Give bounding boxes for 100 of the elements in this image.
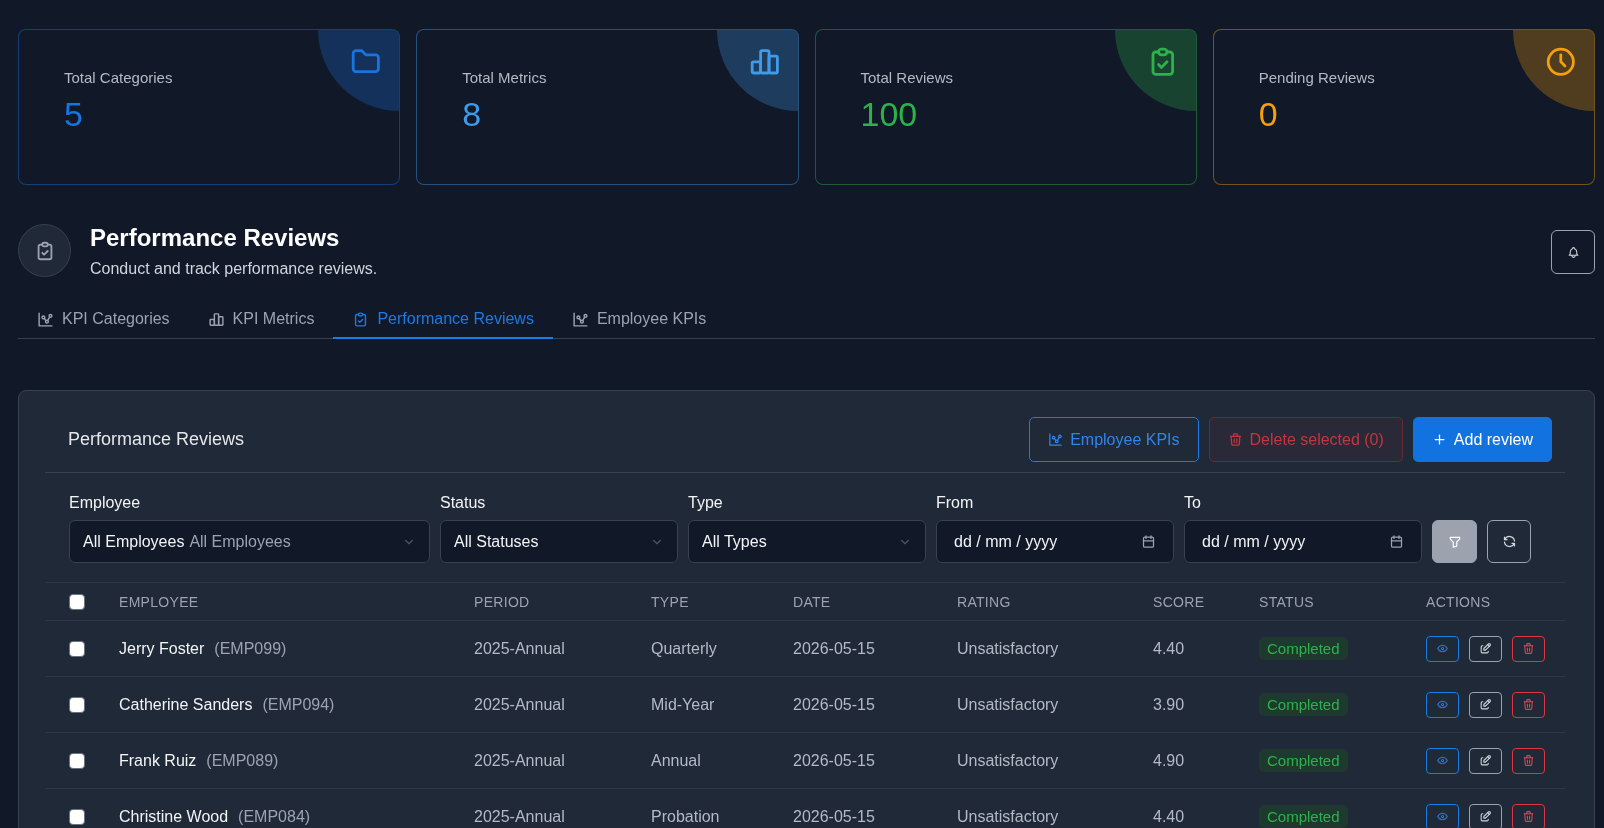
table-cell: Annual: [651, 751, 701, 770]
stat-label: Total Categories: [64, 68, 173, 88]
edit-button[interactable]: [1469, 747, 1502, 774]
view-button[interactable]: [1426, 635, 1459, 662]
add-button[interactable]: Add review: [1412, 417, 1552, 462]
trash-icon: [1227, 432, 1243, 447]
trash-icon: [1522, 810, 1535, 823]
status-badge: Completed: [1259, 749, 1348, 772]
table-cell: 4.90: [1153, 751, 1185, 770]
checkbox[interactable]: [69, 640, 85, 657]
calendar-icon: [1141, 534, 1156, 549]
column-header: ACTIONS: [1426, 593, 1491, 610]
tab[interactable]: Employee KPIs: [552, 299, 726, 339]
delete-row-button[interactable]: [1512, 803, 1545, 828]
filter-label: From: [936, 493, 974, 513]
view-button[interactable]: [1426, 803, 1459, 828]
table-cell: Quarterly: [651, 639, 717, 658]
employee-name: Frank Ruiz: [119, 751, 197, 770]
eye-icon: [1436, 810, 1449, 823]
table-cell: Probation: [651, 807, 720, 826]
line-chart-icon: [571, 310, 589, 328]
edit-button[interactable]: [1469, 635, 1502, 662]
trash-icon: [1522, 642, 1535, 655]
table-cell: 2025-Annual: [474, 807, 565, 826]
checkbox[interactable]: [69, 808, 85, 825]
tab[interactable]: Performance Reviews: [333, 299, 553, 339]
refresh-icon: [1501, 534, 1517, 549]
filter-label: To: [1184, 493, 1201, 513]
edit-icon: [1479, 698, 1492, 711]
select-field[interactable]: All Employees All Employees: [69, 520, 430, 563]
search-input[interactable]: All Employees: [189, 532, 302, 551]
checkbox[interactable]: [69, 696, 85, 713]
checkbox[interactable]: [69, 752, 85, 769]
employee-id: (EMP084): [238, 807, 311, 826]
eye-icon: [1436, 754, 1449, 767]
plus-icon: [1431, 432, 1447, 447]
table-cell: Unsatisfactory: [957, 695, 1059, 714]
view-button[interactable]: [1426, 691, 1459, 718]
page-subtitle: Conduct and track performance reviews.: [90, 259, 378, 279]
stat-label: Total Metrics: [462, 68, 547, 88]
table-cell: 2026-05-15: [793, 695, 875, 714]
table-cell: Unsatisfactory: [957, 807, 1059, 826]
funnel-icon: [1447, 534, 1462, 549]
table-cell: 4.40: [1153, 639, 1185, 658]
tab[interactable]: KPI Metrics: [188, 299, 334, 339]
filter-label: Type: [688, 493, 723, 513]
select-field[interactable]: All Statuses: [440, 520, 678, 563]
table-cell: 2026-05-15: [793, 639, 875, 658]
eye-icon: [1436, 698, 1449, 711]
table-cell: Unsatisfactory: [957, 751, 1059, 770]
refresh-button[interactable]: [1487, 520, 1531, 563]
edit-button[interactable]: [1469, 691, 1502, 718]
employee-id: (EMP089): [206, 751, 279, 770]
stat-value: 5: [64, 94, 83, 134]
column-header: SCORE: [1153, 593, 1205, 610]
kpi-button[interactable]: Employee KPIs: [1029, 417, 1199, 462]
column-header: STATUS: [1259, 593, 1314, 610]
view-button[interactable]: [1426, 747, 1459, 774]
status-badge: Completed: [1259, 637, 1348, 660]
delete-row-button[interactable]: [1512, 635, 1545, 662]
stat-value: 100: [860, 94, 918, 134]
tab[interactable]: KPI Categories: [18, 299, 189, 339]
edit-icon: [1479, 642, 1492, 655]
employee-name: Christine Wood: [119, 807, 229, 826]
filter-label: Status: [440, 493, 486, 513]
table-cell: 2025-Annual: [474, 639, 565, 658]
employee-name: Jerry Foster: [119, 639, 205, 658]
panel-title: Performance Reviews: [68, 429, 246, 450]
table-cell: 2026-05-15: [793, 751, 875, 770]
trash-icon: [1522, 754, 1535, 767]
delete-row-button[interactable]: [1512, 747, 1545, 774]
notifications-button[interactable]: [1551, 230, 1595, 274]
trash-icon: [1522, 698, 1535, 711]
table-cell: 2025-Annual: [474, 751, 565, 770]
table-cell: Mid-Year: [651, 695, 715, 714]
filter-label: Employee: [69, 493, 141, 513]
column-header: DATE: [793, 593, 831, 610]
stat-label: Total Reviews: [860, 68, 954, 88]
employee-id: (EMP099): [214, 639, 287, 658]
delete-row-button[interactable]: [1512, 691, 1545, 718]
checkbox[interactable]: [69, 593, 85, 610]
line-chart-icon: [1048, 432, 1064, 447]
date-field[interactable]: dd / mm / yyyy: [1184, 520, 1422, 563]
eye-icon: [1436, 642, 1449, 655]
stat-label: Pending Reviews: [1258, 68, 1375, 88]
line-chart-icon: [37, 310, 54, 328]
bar-chart-icon: [207, 310, 225, 328]
clipboard-check-icon: [18, 224, 71, 277]
column-header: RATING: [957, 593, 1011, 610]
table-cell: 2025-Annual: [474, 695, 565, 714]
date-field[interactable]: dd / mm / yyyy: [936, 520, 1174, 563]
table-cell: 3.90: [1153, 695, 1185, 714]
stat-value: 8: [462, 94, 482, 134]
edit-icon: [1479, 810, 1492, 823]
bell-icon: [1566, 245, 1580, 259]
select-field[interactable]: All Types: [688, 520, 926, 563]
employee-name: Catherine Sanders: [119, 695, 253, 714]
table-cell: 4.40: [1153, 807, 1185, 826]
status-badge: Completed: [1259, 693, 1348, 716]
edit-button[interactable]: [1469, 803, 1502, 828]
